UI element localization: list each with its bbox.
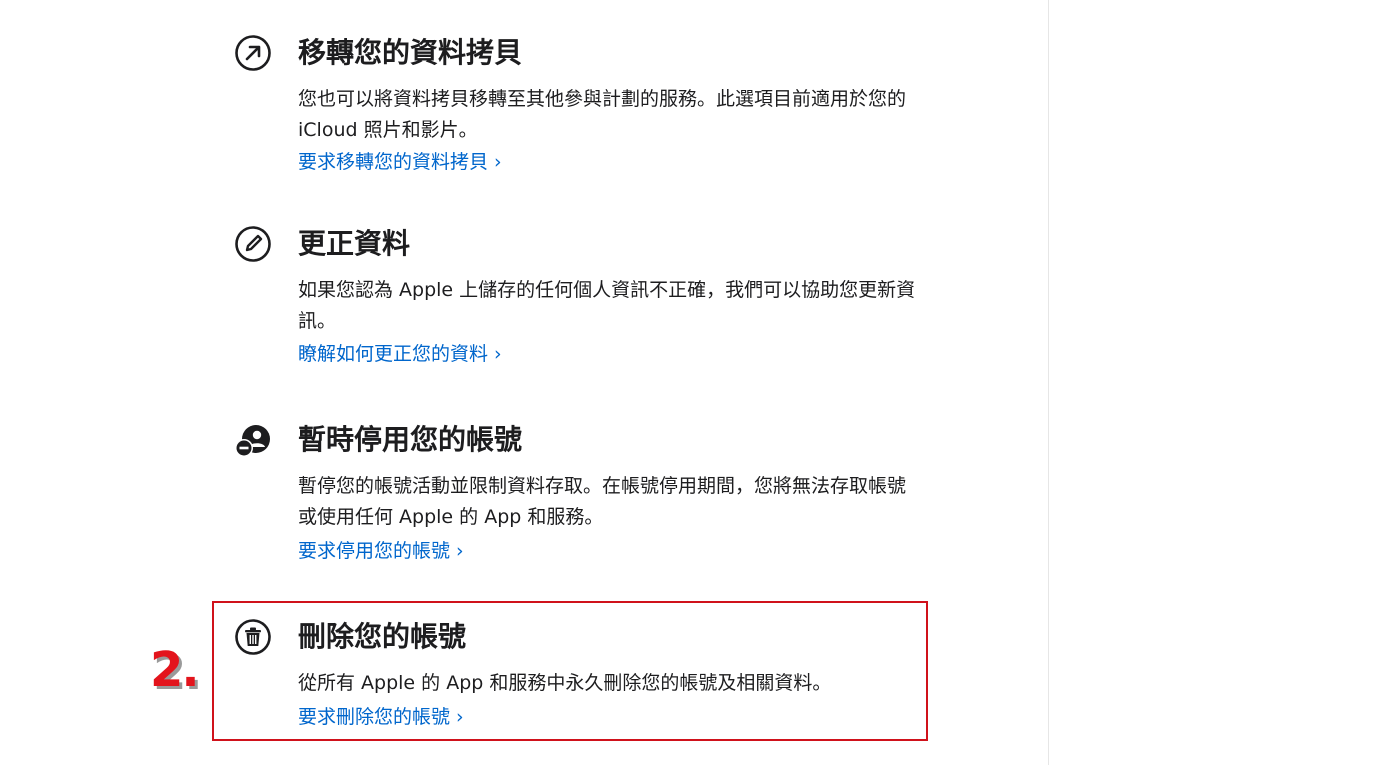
description-line: iCloud 照片和影片。 <box>298 119 478 141</box>
page: 移轉您的資料拷貝 您也可以將資料拷貝移轉至其他參與計劃的服務。此選項目前適用於您… <box>0 0 1385 765</box>
request-transfer-link[interactable]: 要求移轉您的資料拷貝 › <box>298 147 502 178</box>
divider <box>1048 0 1049 765</box>
step-number-label: 2. <box>150 642 200 698</box>
request-deactivate-link[interactable]: 要求停用您的帳號 › <box>298 536 464 567</box>
arrow-up-right-circle-icon <box>234 34 272 72</box>
section-description: 暫停您的帳號活動並限制資料存取。在帳號停用期間，您將無法存取帳號 或使用任何 A… <box>298 471 988 533</box>
description-line: 如果您認為 Apple 上儲存的任何個人資訊不正確，我們可以協助您更新資 <box>298 279 916 301</box>
description-line: 訊。 <box>298 310 337 332</box>
highlight-box <box>212 601 928 741</box>
description-line: 或使用任何 Apple 的 App 和服務。 <box>298 506 604 528</box>
learn-correct-link[interactable]: 瞭解如何更正您的資料 › <box>298 339 502 370</box>
description-line: 您也可以將資料拷貝移轉至其他參與計劃的服務。此選項目前適用於您的 <box>298 88 907 110</box>
section-title: 暫時停用您的帳號 <box>298 423 523 456</box>
pencil-circle-icon <box>234 225 272 263</box>
section-title: 更正資料 <box>298 227 411 260</box>
section-description: 如果您認為 Apple 上儲存的任何個人資訊不正確，我們可以協助您更新資 訊。 <box>298 275 988 337</box>
section-description: 您也可以將資料拷貝移轉至其他參與計劃的服務。此選項目前適用於您的 iCloud … <box>298 84 988 146</box>
description-line: 暫停您的帳號活動並限制資料存取。在帳號停用期間，您將無法存取帳號 <box>298 475 907 497</box>
section-title: 移轉您的資料拷貝 <box>298 36 523 69</box>
person-minus-icon <box>234 421 272 459</box>
